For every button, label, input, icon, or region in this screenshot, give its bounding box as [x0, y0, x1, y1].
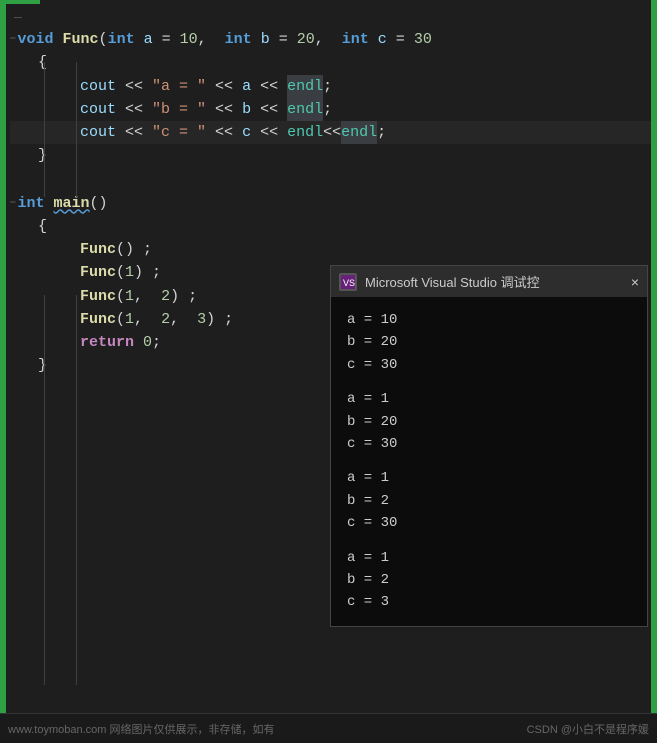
output-line: c = 30 [347, 354, 631, 376]
line-cout-b: cout << "b = " << b << endl ; [10, 98, 651, 121]
output-line: c = 30 [347, 512, 631, 534]
output-line: a = 10 [347, 309, 631, 331]
right-border [651, 0, 657, 743]
collapse-main[interactable]: ⎯ [10, 195, 16, 212]
code-editor: — ⎯ void Func ( int a = 10 , int b = 20 … [0, 0, 657, 743]
keyword-void: void [18, 28, 54, 51]
console-titlebar: VS Microsoft Visual Studio 调试控 × [331, 266, 647, 297]
param-type-a: int [108, 28, 135, 51]
indent-guide-main [44, 295, 45, 685]
output-group-3: a = 1 b = 2 c = 30 [347, 467, 631, 534]
output-line: a = 1 [347, 388, 631, 410]
console-window: VS Microsoft Visual Studio 调试控 × a = 10 … [330, 265, 648, 627]
output-line: b = 20 [347, 331, 631, 353]
indent-guide-func-inner [76, 62, 77, 197]
func-name-func: Func [63, 28, 99, 51]
param-a: a [144, 28, 153, 51]
output-line: b = 20 [347, 411, 631, 433]
console-close-button[interactable]: × [631, 274, 639, 290]
line-close-brace-func: } [10, 144, 651, 167]
collapse-func[interactable]: ⎯ [10, 31, 16, 48]
line-func-decl: ⎯ void Func ( int a = 10 , int b = 20 , … [10, 28, 651, 51]
func-name-main: main [54, 192, 90, 215]
output-group-2: a = 1 b = 20 c = 30 [347, 388, 631, 455]
param-b: b [261, 28, 270, 51]
indent-guide-func [44, 62, 45, 197]
output-line: c = 30 [347, 433, 631, 455]
console-body: a = 10 b = 20 c = 30 a = 1 b = 20 c = 30… [331, 297, 647, 626]
output-line: a = 1 [347, 467, 631, 489]
output-line: c = 3 [347, 591, 631, 613]
line-main-decl: ⎯ int main () [10, 192, 651, 215]
line-cout-a: cout << "a = " << a << endl ; [10, 75, 651, 98]
blank-line-1 [10, 168, 651, 192]
vs-icon: VS [341, 275, 355, 289]
watermark-left-text: www.toymoban.com 网络图片仅供展示，非存储，如有 [8, 721, 274, 737]
param-c-val: 30 [414, 28, 432, 51]
watermark-bar: www.toymoban.com 网络图片仅供展示，非存储，如有 CSDN @小… [0, 713, 657, 743]
param-b-val: 20 [297, 28, 315, 51]
line-open-brace-main: { [10, 215, 651, 238]
line-partial-top: — [10, 8, 651, 28]
output-line: b = 2 [347, 569, 631, 591]
param-c: c [378, 28, 387, 51]
param-a-val: 10 [180, 28, 198, 51]
watermark-right-text: CSDN @小白不是程序媛 [527, 721, 649, 737]
line-func-call-1: Func () ; [10, 238, 651, 261]
line-cout-c: cout << "c = " << c << endl << endl ; [10, 121, 651, 144]
output-line: a = 1 [347, 547, 631, 569]
console-title: Microsoft Visual Studio 调试控 [365, 272, 623, 291]
line-open-brace-func: { [10, 51, 651, 74]
param-type-c: int [342, 28, 369, 51]
indent-guide-main-inner [76, 295, 77, 685]
svg-text:VS: VS [343, 278, 355, 288]
output-line: b = 2 [347, 490, 631, 512]
output-group-1: a = 10 b = 20 c = 30 [347, 309, 631, 376]
console-app-icon: VS [339, 273, 357, 291]
keyword-int-main: int [18, 192, 45, 215]
output-group-4: a = 1 b = 2 c = 3 [347, 547, 631, 614]
param-type-b: int [225, 28, 252, 51]
